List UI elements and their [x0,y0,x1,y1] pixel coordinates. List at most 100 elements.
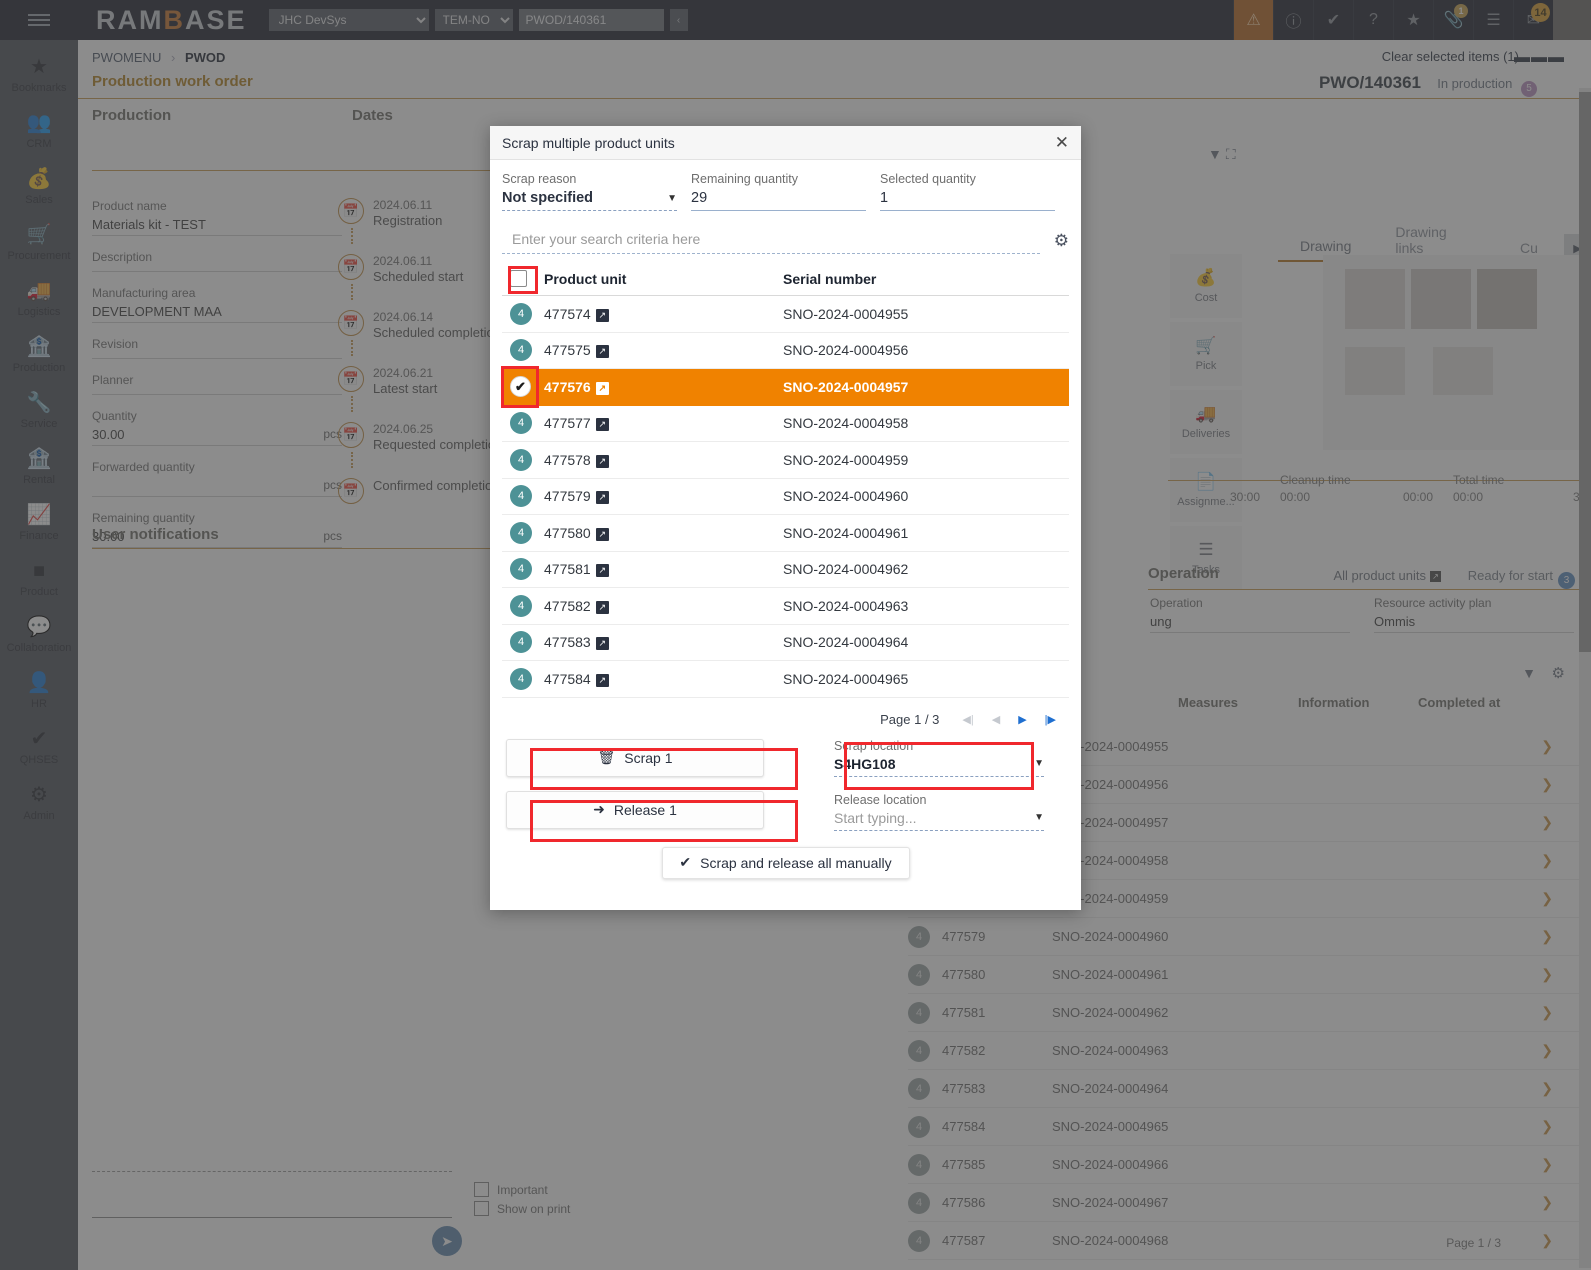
release-location-label: Release location [834,793,1044,807]
scrap-button[interactable]: 🗑 Scrap 1 [506,739,764,777]
release-location-placeholder: Start typing... [834,810,916,826]
external-link-icon[interactable]: ↗ [596,345,609,358]
arrow-forward-icon: ➜ [593,801,605,818]
column-product-unit: Product unit [544,271,783,287]
external-link-icon[interactable]: ↗ [596,418,609,431]
row-product-unit: 477579 ↗ [544,488,783,504]
remaining-quantity-value[interactable]: 29 [691,186,866,211]
table-row[interactable]: 4 477580↗SNO-2024-0004961 [502,515,1069,552]
table-row[interactable]: 4 477583 ↗ SNO-2024-0004964 [502,625,1069,662]
chevron-down-icon: ▼ [667,193,677,204]
pagination: Page 1 / 3 ◀| ◀ ▶ |▶ [502,698,1069,733]
selected-quantity-value[interactable]: 1 [880,186,1055,211]
row-status-badge: 4 [510,595,532,617]
row-serial-number: SNO-2024-0004964 [783,634,1069,650]
release-location-select[interactable]: Start typing... ▼ [834,807,1044,831]
table-row[interactable]: 4477575↗SNO-2024-0004956 [502,333,1069,370]
row-serial-number: SNO-2024-0004957 [783,379,1069,395]
row-select-cell[interactable]: 4 [502,558,544,580]
dialog-top-fields: Scrap reason Not specified ▼ Remaining q… [502,172,1069,211]
column-serial-number: Serial number [783,271,1069,287]
scrap-and-release-all-label: Scrap and release all manually [700,855,891,871]
scrap-reason-label: Scrap reason [502,172,677,186]
close-icon[interactable]: ✕ [1055,134,1069,151]
select-all-cell[interactable] [502,270,544,287]
row-select-cell[interactable]: 4 [502,339,544,361]
row-serial-number: SNO-2024-0004955 [783,306,1069,322]
table-row[interactable]: 4477578↗SNO-2024-0004959 [502,442,1069,479]
selected-quantity-label: Selected quantity [880,172,1055,186]
first-page-button[interactable]: ◀| [962,713,973,726]
table-body: 4477574↗SNO-2024-00049554477575↗SNO-2024… [502,296,1069,698]
row-status-badge: 4 [510,522,532,544]
row-product-unit: 477574 ↗ [544,306,783,322]
release-button-label: Release 1 [614,802,677,818]
row-select-cell[interactable]: 4 [502,668,544,690]
row-product-unit-value: 477576 [544,379,591,395]
location-fields: Scrap location S4HG108 ▼ Release locatio… [834,739,1044,831]
dialog-title: Scrap multiple product units [502,135,675,151]
row-status-badge: 4 [510,558,532,580]
row-serial-number: SNO-2024-0004959 [783,452,1069,468]
scrap-reason-select[interactable]: Not specified ▼ [502,186,677,211]
external-link-icon[interactable]: ↗ [596,601,609,614]
scrap-reason-value: Not specified [502,190,593,206]
row-status-badge: 4 [510,412,532,434]
table-row[interactable]: ✔ 477576 ↗ SNO-2024-0004957 [502,369,1069,406]
row-select-cell[interactable]: 4 [502,485,544,507]
row-serial-number: SNO-2024-0004965 [783,671,1069,687]
external-link-icon[interactable]: ↗ [596,491,609,504]
row-product-unit-value: 477582 [544,598,591,614]
row-product-unit-value: 477583 [544,634,591,650]
external-link-icon[interactable]: ↗ [596,528,609,541]
select-all-checkbox[interactable] [510,270,527,287]
table-row[interactable]: 4477577↗SNO-2024-0004958 [502,406,1069,443]
row-product-unit-value: 477574 [544,306,591,322]
row-product-unit: 477577 ↗ [544,415,783,431]
row-product-unit: 477582 ↗ [544,598,783,614]
external-link-icon[interactable]: ↗ [596,382,609,395]
table-row[interactable]: 4477574 ↗ SNO-2024-0004955 [502,296,1069,333]
next-page-button[interactable]: ▶ [1018,713,1026,726]
row-select-cell[interactable]: 4 [502,303,544,325]
prev-page-button[interactable]: ◀ [992,713,1000,726]
scrap-location-label: Scrap location [834,739,1044,753]
gear-icon[interactable]: ⚙ [1054,231,1069,251]
table-row[interactable]: 4477584↗SNO-2024-0004965 [502,661,1069,698]
row-serial-number: SNO-2024-0004961 [783,525,1069,541]
row-product-unit-value: 477579 [544,488,591,504]
external-link-icon[interactable]: ↗ [596,674,609,687]
row-serial-number: SNO-2024-0004960 [783,488,1069,504]
release-location-field: Release location Start typing... ▼ [834,793,1044,831]
release-button[interactable]: ➜ Release 1 [506,791,764,829]
row-product-unit: 477575↗ [544,342,783,358]
row-select-cell[interactable]: 4 [502,522,544,544]
search-row: ⚙ [502,227,1069,254]
row-checked-icon[interactable]: ✔ [510,376,531,397]
row-select-cell[interactable]: 4 [502,595,544,617]
row-select-cell[interactable]: 4 [502,412,544,434]
row-select-cell[interactable]: ✔ [502,376,544,397]
row-product-unit-value: 477577 [544,415,591,431]
scrap-location-select[interactable]: S4HG108 ▼ [834,753,1044,777]
row-select-cell[interactable]: 4 [502,631,544,653]
external-link-icon[interactable]: ↗ [596,309,609,322]
pager-text: Page 1 / 3 [880,712,939,727]
row-select-cell[interactable]: 4 [502,449,544,471]
app-root: PWOMENU › PWOD Clear selected items (1) … [0,0,1591,1270]
table-row[interactable]: 4477581↗SNO-2024-0004962 [502,552,1069,589]
row-status-badge: 4 [510,485,532,507]
table-row[interactable]: 4477582↗SNO-2024-0004963 [502,588,1069,625]
search-input[interactable] [502,227,1040,254]
external-link-icon[interactable]: ↗ [596,455,609,468]
selected-quantity-field: Selected quantity 1 [880,172,1069,211]
remaining-quantity-label: Remaining quantity [691,172,866,186]
scrap-and-release-all-button[interactable]: ✔ Scrap and release all manually [662,847,910,879]
row-status-badge: 4 [510,631,532,653]
scrap-location-value: S4HG108 [834,756,895,772]
external-link-icon[interactable]: ↗ [596,637,609,650]
external-link-icon[interactable]: ↗ [596,564,609,577]
table-row[interactable]: 4 477579 ↗ SNO-2024-0004960 [502,479,1069,516]
last-page-button[interactable]: |▶ [1045,713,1056,726]
row-product-unit: 477580↗ [544,525,783,541]
